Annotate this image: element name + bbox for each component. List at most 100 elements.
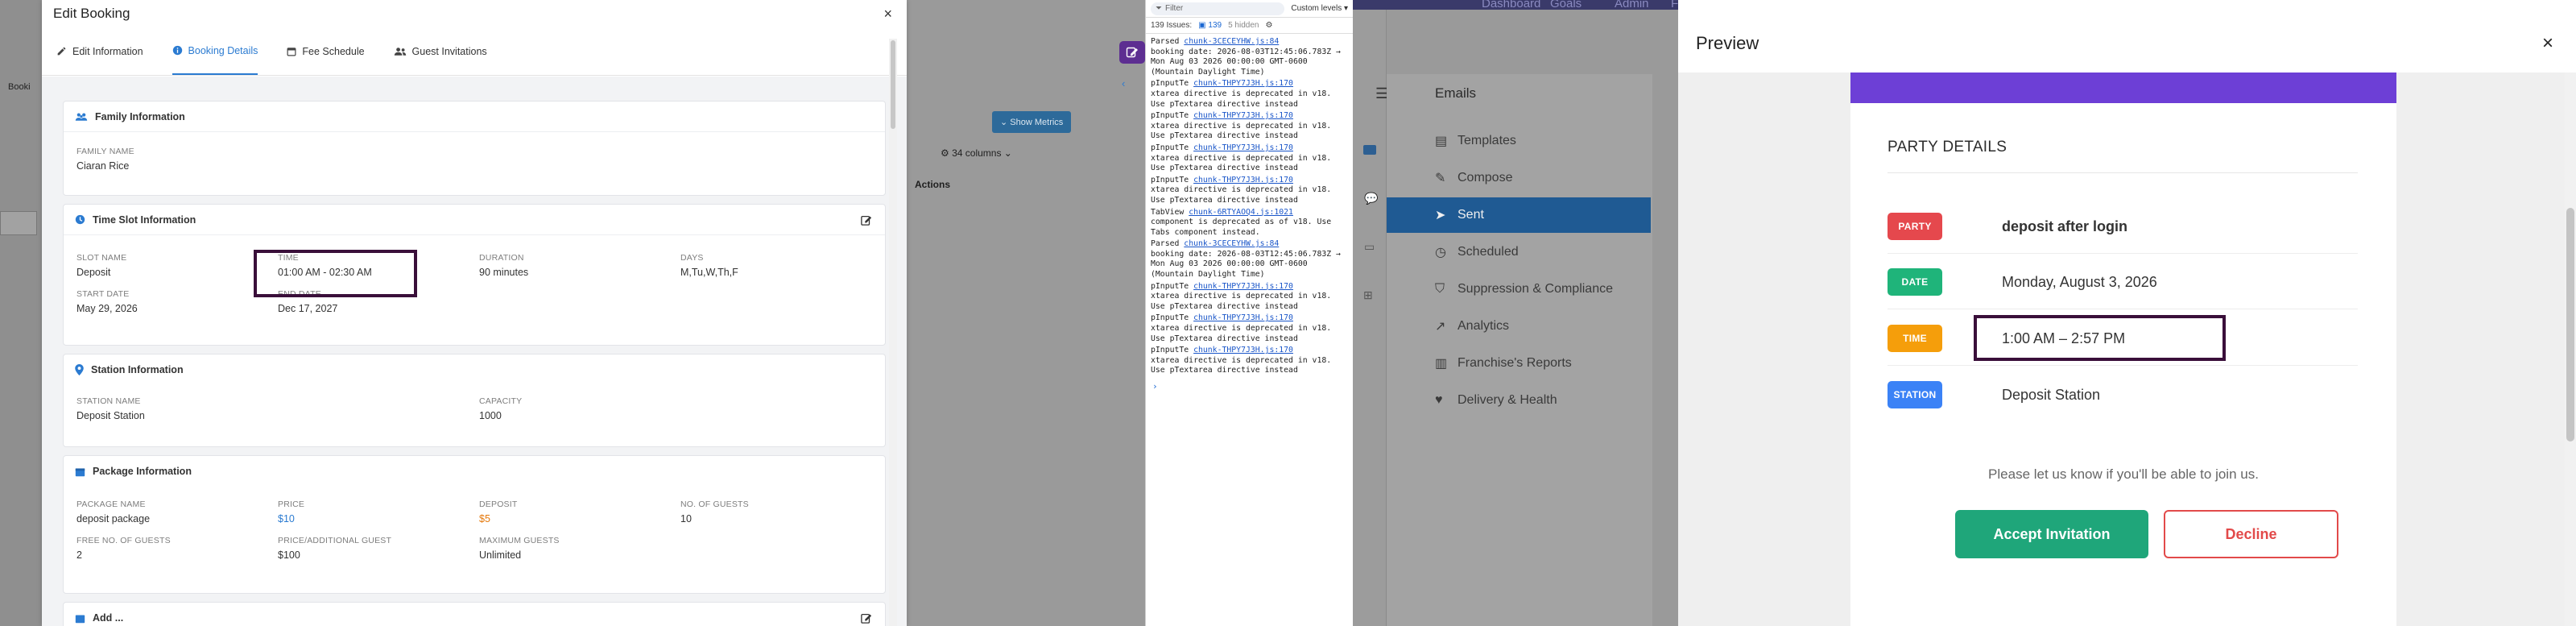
time-badge: TIME — [1888, 325, 1942, 352]
family-name-value: Ciaran Rice — [76, 160, 130, 172]
tab-label: Edit Information — [72, 45, 143, 57]
booking-details-body: Family Information FAMILY NAME Ciaran Ri… — [42, 77, 907, 626]
tab-guest-invitations[interactable]: Guest Invitations — [394, 27, 487, 75]
entry-text: component is deprecated as of v18. Use T… — [1151, 218, 1332, 237]
console-issues-bar: 139 Issues: ▣ 139 5 hidden ⚙ — [1146, 18, 1353, 34]
station-name-label: STATION NAME — [76, 396, 141, 406]
source-link[interactable]: chunk-THPY7J3H.js:170 — [1193, 346, 1293, 354]
top-nav-item[interactable]: Dashboard — [1482, 0, 1540, 10]
console-filter-input[interactable]: ⏷ Filter — [1151, 2, 1285, 15]
clock-icon: ◷ — [1435, 246, 1446, 259]
capacity-label: CAPACITY — [479, 396, 523, 406]
top-nav-item[interactable]: Admin — [1615, 0, 1649, 10]
custom-levels-dropdown[interactable]: Custom levels ▾ — [1291, 4, 1348, 13]
source-link[interactable]: chunk-THPY7J3H.js:170 — [1193, 313, 1293, 322]
edit-pen-button[interactable] — [1119, 41, 1145, 64]
station-name-value: Deposit Station — [76, 410, 145, 421]
preview-title: Preview — [1696, 32, 1759, 53]
source-link[interactable]: chunk-3CECEYHW.js:84 — [1184, 239, 1279, 248]
gear-icon[interactable]: ⚙ — [1265, 21, 1272, 30]
heart-icon: ♥ — [1435, 393, 1443, 407]
detail-row: STATION Deposit Station — [1888, 367, 2358, 422]
tab-label: Booking Details — [188, 44, 258, 56]
time-slot-title: Time Slot Information — [93, 214, 196, 226]
tab-booking-details[interactable]: Booking Details — [172, 27, 258, 75]
entry-text: xtarea directive is deprecated in v18. U… — [1151, 121, 1332, 141]
capacity-field: CAPACITY 1000 — [479, 396, 882, 421]
sidebar-item-compose[interactable]: ✎ Compose — [1387, 160, 1651, 196]
source-link[interactable]: chunk-THPY7J3H.js:170 — [1193, 111, 1293, 120]
source-link[interactable]: chunk-THPY7J3H.js:170 — [1193, 282, 1293, 291]
tab-fee-schedule[interactable]: Fee Schedule — [287, 27, 365, 75]
chat-icon: 💬 — [1364, 192, 1379, 205]
entry-text: booking date: 2026-08-03T12:45:06.783Z →… — [1151, 249, 1341, 280]
issues-badge[interactable]: ▣ 139 — [1198, 21, 1222, 30]
sidebar-item-sent[interactable]: ➤ Sent — [1387, 197, 1651, 233]
issues-label: 139 Issues: — [1151, 21, 1193, 30]
time-slot-card: Time Slot Information SLOT NAME Deposit T… — [63, 204, 886, 346]
guests-label: NO. OF GUESTS — [680, 500, 749, 509]
close-icon[interactable]: × — [883, 6, 892, 23]
source-link[interactable]: chunk-THPY7J3H.js:170 — [1193, 143, 1293, 152]
free-guests-value: 2 — [76, 549, 82, 561]
family-information-title: Family Information — [95, 110, 185, 122]
package-icon — [75, 466, 85, 477]
mail-icon — [1363, 145, 1376, 155]
source-link[interactable]: chunk-6RTYAOQ4.js:1021 — [1189, 208, 1293, 217]
edit-icon[interactable] — [861, 612, 872, 624]
guests-field: NO. OF GUESTS 10 — [680, 500, 882, 524]
max-guests-field: MAXIMUM GUESTS Unlimited — [479, 536, 680, 561]
time-highlight-box — [254, 250, 417, 297]
start-date-field: START DATE May 29, 2026 — [76, 289, 278, 314]
decline-button[interactable]: Decline — [2164, 510, 2338, 558]
duration-value: 90 minutes — [479, 267, 529, 278]
chart-icon: ↗ — [1435, 320, 1446, 334]
days-field: DAYS M,Tu,W,Th,F — [680, 253, 882, 278]
source-link[interactable]: chunk-THPY7J3H.js:170 — [1193, 79, 1293, 88]
console-entry: pInputTe chunk-THPY7J3H.js:170 xtarea dir… — [1151, 111, 1348, 142]
row-divider — [1888, 253, 2358, 254]
sidebar-item-delivery-health[interactable]: ♥ Delivery & Health — [1387, 383, 1651, 418]
console-prompt[interactable]: › — [1146, 378, 1353, 395]
deposit-field: DEPOSIT $5 — [479, 500, 680, 524]
station-value: Deposit Station — [2002, 386, 2101, 403]
detail-row: PARTY deposit after login — [1888, 199, 2358, 254]
entry-text: xtarea directive is deprecated in v18. U… — [1151, 153, 1332, 173]
entry-prefix: Parsed — [1151, 37, 1185, 46]
source-link[interactable]: chunk-3CECEYHW.js:84 — [1184, 37, 1279, 46]
sidebar-item-templates[interactable]: ▤ Templates — [1387, 123, 1651, 159]
tab-edit-information[interactable]: Edit Information — [56, 27, 143, 75]
addons-card: Add ... — [63, 602, 886, 626]
close-icon[interactable]: × — [2542, 32, 2553, 55]
sidebar-item-suppression-compliance[interactable]: ⛉ Suppression & Compliance — [1387, 272, 1651, 307]
sidebar-item-label: Templates — [1458, 134, 1516, 147]
booking-scrollbar-thumb[interactable] — [891, 40, 895, 129]
entry-prefix: pInputTe — [1151, 175, 1194, 184]
edit-icon[interactable] — [861, 214, 872, 226]
top-nav-item[interactable]: Goals — [1550, 0, 1582, 10]
station-information-card: Station Information STATION NAME Deposit … — [63, 354, 886, 447]
sidebar-item-label: Franchise's Reports — [1458, 356, 1572, 370]
source-link[interactable]: chunk-THPY7J3H.js:170 — [1193, 176, 1293, 184]
entry-text: xtarea directive is deprecated in v18. U… — [1151, 324, 1332, 343]
entry-prefix: pInputTe — [1151, 346, 1194, 355]
chevron-left-icon[interactable]: ‹ — [1122, 77, 1125, 89]
family-name-label: FAMILY NAME — [76, 147, 134, 156]
preview-scrollbar-thumb[interactable] — [2566, 208, 2574, 442]
filter-icon: ⏷ — [1156, 4, 1162, 13]
accept-invitation-button[interactable]: Accept Invitation — [1955, 510, 2148, 558]
console-entry: Parsed chunk-3CECEYHW.js:84 booking date:… — [1151, 37, 1348, 77]
time-highlight-box — [1974, 315, 2226, 361]
station-name-field: STATION NAME Deposit Station — [76, 396, 479, 421]
sidebar-item-analytics[interactable]: ↗ Analytics — [1387, 309, 1651, 344]
sidebar-item-scheduled[interactable]: ◷ Scheduled — [1387, 234, 1651, 270]
row-divider — [1888, 365, 2358, 366]
addons-title: Add ... — [93, 612, 124, 624]
sidebar-item-franchise-s-reports[interactable]: ▥ Franchise's Reports — [1387, 346, 1651, 381]
entry-text: xtarea directive is deprecated in v18. U… — [1151, 185, 1332, 205]
hidden-count: 5 hidden — [1228, 21, 1259, 30]
free-guests-label: FREE NO. OF GUESTS — [76, 536, 171, 545]
devtools-console: ⏷ Filter Custom levels ▾ 139 Issues: ▣ 1… — [1145, 0, 1353, 626]
background-app-right: ⌄ Show Metrics ⚙ 34 columns ⌄ Actions — [907, 0, 1145, 626]
clock-icon — [75, 214, 85, 225]
